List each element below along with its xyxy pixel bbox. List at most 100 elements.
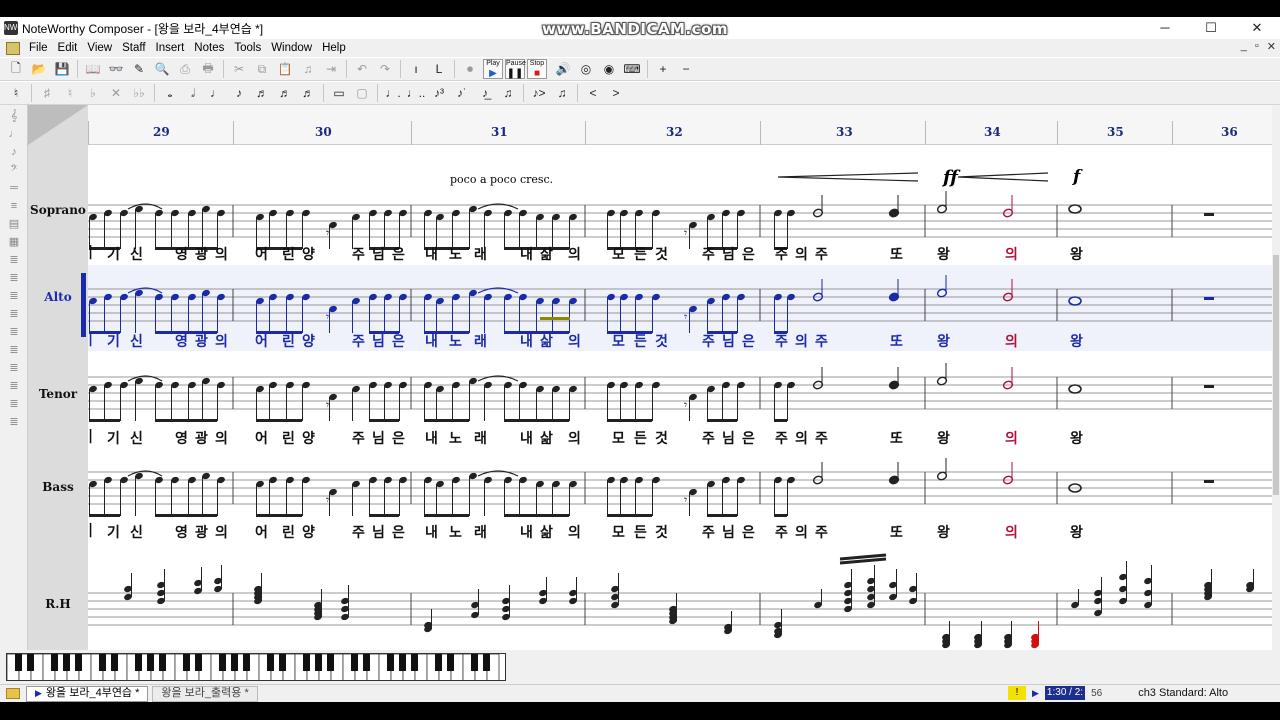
lyric-syllable[interactable]: 은 — [742, 522, 755, 542]
sixteenth-note-icon[interactable]: ♬ — [252, 83, 272, 103]
lyric-syllable[interactable]: 왕 — [1070, 331, 1083, 351]
midi-icon[interactable]: ◉ — [599, 59, 619, 79]
lyric-syllable[interactable]: 주 — [702, 331, 715, 351]
lyric-syllable[interactable]: 린 — [282, 522, 295, 542]
dynamic-f[interactable]: f — [1073, 167, 1080, 187]
piano-black-key[interactable] — [183, 654, 190, 671]
piano-black-key[interactable] — [219, 654, 226, 671]
find-icon[interactable]: 🔍 — [152, 59, 172, 79]
thirtysecond-note-icon[interactable]: ♬ — [275, 83, 295, 103]
menu-edit[interactable]: Edit — [53, 42, 83, 54]
chord-icon[interactable]: ▢ — [352, 83, 372, 103]
staff-name-soprano[interactable]: Soprano — [28, 203, 88, 217]
lyric-syllable[interactable]: 신 — [130, 331, 143, 351]
doc-close-button[interactable]: ✕ — [1267, 40, 1276, 53]
document-tab-active[interactable]: ▶ 왕을 보라_4부연습 * — [26, 685, 149, 702]
half-note-icon[interactable]: 𝅗𝅥 — [183, 83, 203, 103]
piano-black-key[interactable] — [327, 654, 334, 671]
lyric-syllable[interactable]: 의 — [795, 244, 808, 264]
minimize-button[interactable]: ─ — [1142, 17, 1188, 39]
palette-tool-icon[interactable]: ≣ — [5, 379, 23, 393]
lyric-syllable[interactable]: 기 — [107, 331, 120, 351]
lyric-syllable[interactable]: 또 — [890, 244, 903, 264]
lyric-syllable[interactable]: 왕 — [937, 331, 950, 351]
paste-special-icon[interactable]: ⇥ — [321, 59, 341, 79]
menu-notes[interactable]: Notes — [189, 42, 229, 54]
print-icon[interactable]: 🖶 — [198, 59, 218, 79]
lyric-syllable[interactable]: 광 — [195, 428, 208, 448]
print-preview-icon[interactable]: ⎙ — [175, 59, 195, 79]
lyric-syllable[interactable]: 삶 — [540, 244, 553, 264]
lyric-syllable[interactable]: 것 — [655, 522, 668, 542]
lyric-syllable[interactable]: 노 — [449, 522, 462, 542]
beam-icon[interactable]: ♫ — [552, 83, 572, 103]
lyric-syllable[interactable]: 래 — [474, 244, 487, 264]
lyric-syllable[interactable]: 님 — [372, 522, 385, 542]
paste-notes-icon[interactable]: ♫ — [298, 59, 318, 79]
palette-tool-icon[interactable]: ≣ — [5, 253, 23, 267]
lyric-syllable[interactable]: 모 — [612, 331, 625, 351]
lyric-syllable[interactable]: 왕 — [1070, 428, 1083, 448]
menu-help[interactable]: Help — [317, 42, 351, 54]
close-button[interactable]: ✕ — [1234, 17, 1280, 39]
cut-icon[interactable]: ✂ — [229, 59, 249, 79]
palette-tool-icon[interactable]: ≣ — [5, 325, 23, 339]
stop-button[interactable]: Stop ■ — [527, 59, 547, 79]
palette-tool-icon[interactable]: 𝄢 — [5, 163, 23, 177]
lyric-syllable[interactable]: 광 — [195, 522, 208, 542]
piano-black-key[interactable] — [279, 654, 286, 671]
piano-black-key[interactable] — [51, 654, 58, 671]
lyric-syllable[interactable]: 삶 — [540, 331, 553, 351]
palette-tool-icon[interactable]: ≡ — [5, 199, 23, 213]
dynamic-ff[interactable]: ff — [943, 167, 958, 188]
maximize-button[interactable]: ☐ — [1188, 17, 1234, 39]
piano-black-key[interactable] — [399, 654, 406, 671]
dynamic-text-poco[interactable]: poco a poco cresc. — [450, 173, 553, 186]
lyric-syllable[interactable]: 은 — [392, 244, 405, 264]
palette-tool-icon[interactable]: ≣ — [5, 397, 23, 411]
staccato-icon[interactable]: ♪˙ — [452, 83, 472, 103]
lyric-syllable[interactable]: 기 — [107, 244, 120, 264]
redo-icon[interactable]: ↷ — [375, 59, 395, 79]
lyric-syllable[interactable]: 신 — [130, 244, 143, 264]
lyric-syllable[interactable]: 의 — [568, 522, 581, 542]
lyric-syllable[interactable]: 주 — [775, 244, 788, 264]
sixtyfourth-note-icon[interactable]: ♬ — [298, 83, 318, 103]
crescendo-icon[interactable]: < — [583, 83, 603, 103]
menu-staff[interactable]: Staff — [117, 42, 150, 54]
text-cursor-icon[interactable]: ı — [406, 59, 426, 79]
decrescendo-icon[interactable]: > — [606, 83, 626, 103]
volume-icon[interactable]: 🔊 — [553, 59, 573, 79]
lyric-syllable[interactable]: 광 — [195, 331, 208, 351]
lyric-syllable[interactable]: 모 — [612, 522, 625, 542]
menu-window[interactable]: Window — [266, 42, 317, 54]
piano-black-key[interactable] — [315, 654, 322, 671]
lyric-toggle-icon[interactable]: ♮ — [6, 83, 26, 103]
lyric-syllable[interactable]: 은 — [742, 244, 755, 264]
lyric-syllable[interactable]: 양 — [302, 331, 315, 351]
piano-black-key[interactable] — [135, 654, 142, 671]
doc-restore-button[interactable]: ▫ — [1255, 40, 1259, 53]
lyric-syllable[interactable]: 왕 — [937, 244, 950, 264]
lyric-syllable[interactable]: 또 — [890, 428, 903, 448]
title-bar[interactable]: NWC NoteWorthy Composer - [왕을 보라_4부연습 *]… — [0, 17, 1280, 39]
lyric-syllable[interactable]: 어 — [255, 331, 268, 351]
lyric-syllable[interactable]: 은 — [742, 331, 755, 351]
menu-file[interactable]: File — [24, 42, 53, 54]
lyric-syllable[interactable]: 주 — [815, 522, 828, 542]
check-icon[interactable]: ✎ — [129, 59, 149, 79]
lyric-syllable[interactable]: 영 — [175, 522, 188, 542]
palette-tool-icon[interactable]: ≣ — [5, 361, 23, 375]
lyric-syllable[interactable]: 영 — [175, 331, 188, 351]
staff-name-bass[interactable]: Bass — [28, 480, 88, 494]
keyboard-icon[interactable]: ⌨ — [622, 59, 642, 79]
natural-icon[interactable]: ♮ — [60, 83, 80, 103]
lyric-syllable[interactable]: 은 — [392, 522, 405, 542]
piano-black-key[interactable] — [231, 654, 238, 671]
lyric-syllable[interactable]: 노 — [449, 428, 462, 448]
lyric-syllable[interactable]: 신 — [130, 428, 143, 448]
book-icon[interactable]: 📖 — [83, 59, 103, 79]
piano-black-key[interactable] — [267, 654, 274, 671]
lyric-syllable[interactable]: 노 — [449, 244, 462, 264]
lyric-syllable[interactable]: 주 — [775, 522, 788, 542]
